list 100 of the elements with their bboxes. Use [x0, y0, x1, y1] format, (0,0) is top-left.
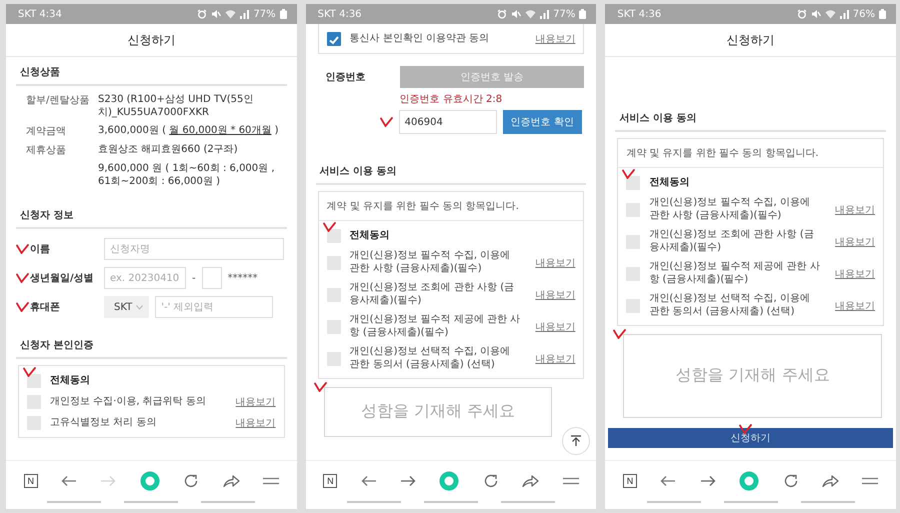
mute-icon — [211, 9, 222, 19]
battery-level: 77% — [253, 8, 276, 20]
battery-icon — [280, 9, 287, 19]
status-time: SKT 4:34 — [18, 8, 62, 20]
status-time: SKT 4:36 — [318, 8, 362, 20]
section-title: 신청자 본인인증 — [16, 330, 287, 359]
checkbox[interactable] — [326, 32, 341, 46]
consent-label: 통신사 본인확인 이용약관 동의 — [350, 32, 490, 46]
menu-icon — [262, 477, 279, 485]
code-field[interactable]: 406904 — [398, 110, 497, 134]
consent-label: 개인(신용)정보 필수적 수집, 이용에 관한 사항 (금융사제출)(필수) — [649, 197, 811, 222]
refresh-icon — [482, 473, 499, 489]
ring-icon — [739, 471, 760, 491]
checkbox[interactable] — [27, 416, 41, 430]
wifi-icon — [525, 9, 536, 19]
arrow-left-icon — [660, 475, 676, 487]
arrow-right-icon — [700, 475, 716, 487]
consent-label: 전체동의 — [50, 374, 91, 388]
confirm-code-button[interactable]: 인증번호 확인 — [502, 110, 582, 134]
view-details-link[interactable]: 내용보기 — [535, 288, 576, 302]
view-details-link[interactable]: 내용보기 — [535, 352, 576, 366]
wifi-icon — [824, 9, 836, 19]
consent-label: 개인(신용)정보 조회에 관한 사항 (금융사제출)(필수) — [649, 229, 815, 254]
birthdate-field[interactable]: ex. 20230410 — [104, 267, 186, 289]
carrier-select[interactable]: SKT — [104, 296, 150, 318]
share-icon — [222, 474, 240, 488]
arrow-right-icon — [100, 475, 116, 487]
view-details-link[interactable]: 내용보기 — [236, 395, 276, 409]
checkbox[interactable] — [326, 352, 341, 366]
field-value: S230 (R100+삼성 UHD TV(55인치)_KU55UA7000FXKR — [98, 93, 254, 119]
refresh-icon — [183, 473, 200, 489]
alarm-icon — [497, 9, 508, 19]
consent-label: 개인(신용)정보 선택적 수집, 이용에 관한 동의서 (금융사제출) (선택) — [649, 293, 811, 318]
checkbox[interactable] — [626, 266, 640, 280]
checkbox[interactable] — [326, 320, 341, 334]
menu-icon — [562, 477, 579, 485]
view-details-link[interactable]: 내용보기 — [535, 256, 576, 270]
page-title: 신청하기 — [726, 32, 775, 48]
field-label: 할부/렌탈상품 — [26, 94, 90, 108]
mute-icon — [810, 9, 821, 19]
submit-button[interactable]: 신청하기 — [608, 428, 894, 448]
field-label: 계약금액 — [26, 125, 67, 138]
section-title: 서비스 이용 동의 — [615, 103, 886, 132]
scroll-top-button[interactable] — [562, 427, 590, 455]
field-value: 효원상조 해피효원660 (2구좌) — [98, 143, 239, 157]
consent-label: 개인(신용)정보 필수적 제공에 관한 사항 (금융사제출)(필수) — [350, 314, 522, 339]
separator-text: - — [192, 272, 196, 284]
share-icon — [522, 474, 540, 488]
menu-button[interactable] — [560, 475, 581, 487]
refresh-icon — [782, 473, 799, 489]
field-label: 휴대폰 — [30, 301, 60, 314]
checkbox[interactable] — [326, 229, 341, 243]
view-details-link[interactable]: 내용보기 — [535, 32, 576, 46]
menu-button[interactable] — [860, 475, 880, 487]
arrow-right-icon — [400, 475, 416, 487]
view-details-link[interactable]: 내용보기 — [835, 202, 876, 216]
menu-icon — [862, 477, 878, 485]
view-details-link[interactable]: 내용보기 — [835, 234, 876, 248]
field-label: 인증번호 — [326, 71, 367, 84]
checkbox[interactable] — [27, 374, 41, 388]
wifi-icon — [225, 9, 236, 19]
signature-field[interactable]: 성함을 기재해 주세요 — [324, 387, 552, 437]
field-label: 생년월일/성별 — [30, 272, 94, 285]
signature-field[interactable]: 성함을 기재해 주세요 — [623, 334, 882, 418]
ring-icon — [439, 471, 460, 491]
checkbox[interactable] — [326, 256, 341, 270]
checkbox[interactable] — [626, 234, 640, 248]
ring-icon — [140, 471, 160, 491]
phone-field[interactable]: '-' 제외입력 — [155, 296, 274, 318]
menu-button[interactable] — [260, 475, 281, 487]
status-time: SKT 4:36 — [617, 8, 662, 20]
name-field[interactable]: 신청자명 — [104, 238, 284, 260]
consent-label: 전체동의 — [649, 176, 690, 190]
view-details-link[interactable]: 내용보기 — [236, 416, 276, 430]
view-details-link[interactable]: 내용보기 — [835, 266, 876, 280]
field-label: 제휴상품 — [26, 144, 67, 157]
gender-digit-field[interactable] — [202, 267, 222, 289]
view-details-link[interactable]: 내용보기 — [535, 320, 576, 334]
checkbox[interactable] — [626, 202, 640, 216]
consent-label: 개인(신용)정보 선택적 수집, 이용에 관한 동의서 (금융사제출) (선택) — [350, 346, 512, 371]
timer-text: 인증번호 유효시간 2:8 — [398, 93, 504, 106]
checkbox[interactable] — [626, 298, 640, 312]
field-value: 9,600,000 원 ( 1회~60회 : 6,000원 , 61회~200회 : 66,000원 ) — [98, 162, 276, 188]
consent-label: 개인(신용)정보 조회에 관한 사항 (금융사제출)(필수) — [350, 282, 516, 307]
battery-level: 77% — [553, 8, 576, 20]
arrow-up-icon — [570, 435, 582, 447]
view-details-link[interactable]: 내용보기 — [835, 298, 876, 312]
checkbox[interactable] — [326, 288, 341, 302]
consent-label: 고유식별정보 처리 동의 — [50, 416, 158, 430]
alarm-icon — [796, 9, 807, 19]
masked-digits: ****** — [228, 272, 258, 284]
page-title: 신청하기 — [127, 32, 176, 48]
field-label: 이름 — [30, 243, 50, 256]
alarm-icon — [197, 9, 208, 19]
consent-label: 개인정보 수집·이용, 취급위탁 동의 — [50, 396, 207, 408]
caret-icon — [136, 304, 144, 310]
consent-note: 계약 및 유지를 위한 필수 동의 항목입니다. — [318, 192, 584, 221]
checkbox[interactable] — [626, 176, 640, 190]
consent-label: 개인(신용)정보 필수적 제공에 관한 사항 (금융사제출)(필수) — [649, 261, 821, 286]
checkbox[interactable] — [27, 395, 41, 409]
